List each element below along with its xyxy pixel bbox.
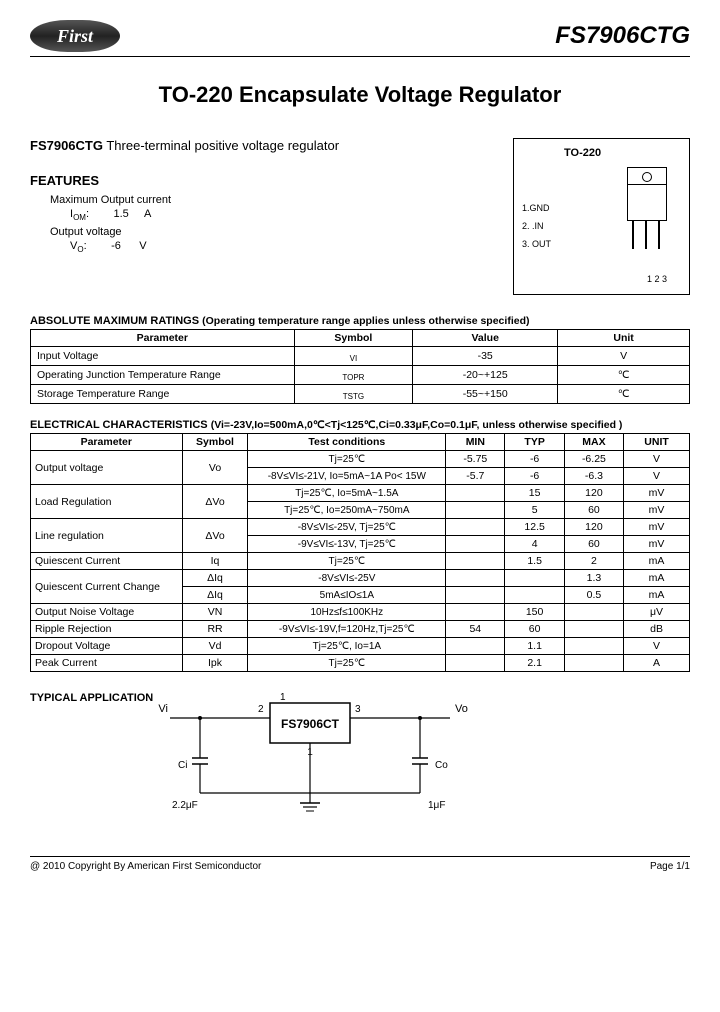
svg-text:2.2μF: 2.2μF — [172, 800, 198, 811]
abs-title: ABSOLUTE MAXIMUM RATINGS (Operating temp… — [30, 315, 690, 327]
table-row: Line regulationΔVo-8V≤VI≤-25V, Tj=25℃12.… — [31, 519, 690, 536]
table-row: Quiescent Current ChangeΔIq-8V≤VI≤-25V1.… — [31, 570, 690, 587]
elec-h2: Test conditions — [248, 434, 446, 451]
svg-text:Vi: Vi — [158, 703, 168, 715]
logo: First — [30, 20, 120, 52]
circuit-svg: FS7906CT Vi Vo 2 1 3 1 Ci 2.2μF Co — [150, 688, 480, 828]
feature-iom: IOM: 1.5 A — [70, 208, 513, 222]
svg-text:3: 3 — [355, 704, 361, 715]
intro-left: FS7906CTG Three-terminal positive voltag… — [30, 138, 513, 295]
document-page: First FS7906CTG TO-220 Encapsulate Volta… — [0, 0, 720, 892]
table-row: Dropout VoltageVdTj=25℃, Io=1A1.1V — [31, 638, 690, 655]
elec-h6: UNIT — [624, 434, 690, 451]
abs-h3: Unit — [558, 330, 690, 347]
footer: @ 2010 Copyright By American First Semic… — [30, 856, 690, 872]
pins-numbers: 1 2 3 — [647, 274, 667, 284]
elec-h0: Parameter — [31, 434, 183, 451]
electrical-table: Parameter Symbol Test conditions MIN TYP… — [30, 433, 690, 672]
abs-h0: Parameter — [31, 330, 295, 347]
abs-h2: Value — [413, 330, 558, 347]
page-title: TO-220 Encapsulate Voltage Regulator — [30, 82, 690, 108]
svg-text:Ci: Ci — [178, 760, 187, 771]
svg-text:FS7906CT: FS7906CT — [281, 717, 340, 731]
elec-h4: TYP — [505, 434, 564, 451]
table-row: Quiescent CurrentIqTj=25℃1.52mA — [31, 553, 690, 570]
elec-title: ELECTRICAL CHARACTERISTICS (Vi=-23V,Io=5… — [30, 419, 690, 431]
feature-vout-label: Output voltage — [50, 226, 513, 238]
elec-h1: Symbol — [182, 434, 248, 451]
copyright: @ 2010 Copyright By American First Semic… — [30, 861, 261, 872]
abs-h1: Symbol — [294, 330, 413, 347]
pin1-label: 1.GND — [522, 199, 551, 217]
package-diagram: TO-220 1.GND 2. .IN 3. OUT 1 2 3 — [513, 138, 690, 295]
svg-text:Vo: Vo — [455, 703, 468, 715]
absolute-ratings-table: Parameter Symbol Value Unit Input Voltag… — [30, 329, 690, 404]
svg-text:Co: Co — [435, 760, 448, 771]
svg-text:1: 1 — [280, 692, 286, 703]
feature-maxout: Maximum Output current — [50, 194, 513, 206]
elec-h5: MAX — [564, 434, 623, 451]
table-row: Output voltageVoTj=25℃-5.75-6-6.25V — [31, 451, 690, 468]
package-label: TO-220 — [564, 147, 601, 159]
package-drawing — [627, 167, 677, 249]
svg-text:1μF: 1μF — [428, 800, 445, 811]
table-row: Storage Temperature RangeTSTG-55~+150℃ — [31, 385, 690, 404]
typical-app-diagram: FS7906CT Vi Vo 2 1 3 1 Ci 2.2μF Co — [150, 688, 690, 831]
svg-text:2: 2 — [258, 704, 264, 715]
pin3-label: 3. OUT — [522, 235, 551, 253]
feature-vo: VO: -6 V — [70, 240, 513, 254]
part-number: FS7906CTG — [555, 22, 690, 50]
table-row: Load RegulationΔVoTj=25℃, Io=5mA~1.5A151… — [31, 485, 690, 502]
package-pinout: 1.GND 2. .IN 3. OUT — [522, 199, 551, 253]
subtitle: FS7906CTG Three-terminal positive voltag… — [30, 138, 513, 153]
elec-h3: MIN — [446, 434, 505, 451]
table-row: Input VoltageVI-35V — [31, 347, 690, 366]
subtitle-part: FS7906CTG — [30, 138, 103, 153]
table-row: Ripple RejectionRR-9V≤VI≤-19V,f=120Hz,Tj… — [31, 621, 690, 638]
features-heading: FEATURES — [30, 173, 513, 188]
table-row: Peak CurrentIpkTj=25℃2.1A — [31, 655, 690, 672]
svg-text:1: 1 — [307, 747, 313, 758]
subtitle-desc: Three-terminal positive voltage regulato… — [103, 138, 339, 153]
page-number: Page 1/1 — [650, 861, 690, 872]
pin2-label: 2. .IN — [522, 217, 551, 235]
intro-row: FS7906CTG Three-terminal positive voltag… — [30, 138, 690, 295]
header: First FS7906CTG — [30, 20, 690, 57]
table-row: Output Noise VoltageVN10Hz≤f≤100KHz150μV — [31, 604, 690, 621]
table-row: Operating Junction Temperature RangeTOPR… — [31, 366, 690, 385]
